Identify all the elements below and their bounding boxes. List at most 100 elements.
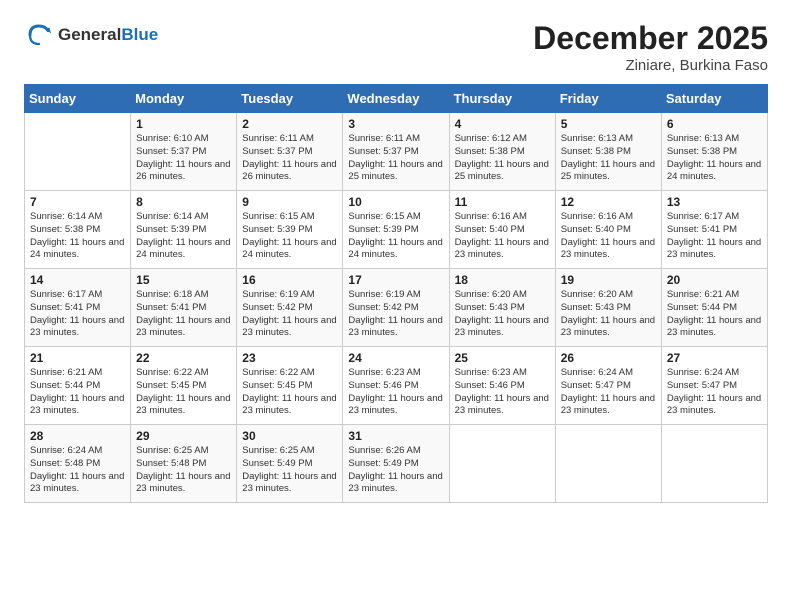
day-info: Sunrise: 6:10 AMSunset: 5:37 PMDaylight:… xyxy=(136,133,231,184)
calendar-cell: 28 Sunrise: 6:24 AMSunset: 5:48 PMDaylig… xyxy=(25,425,131,503)
calendar-cell: 15 Sunrise: 6:18 AMSunset: 5:41 PMDaylig… xyxy=(131,269,237,347)
calendar-cell: 22 Sunrise: 6:22 AMSunset: 5:45 PMDaylig… xyxy=(131,347,237,425)
col-saturday: Saturday xyxy=(661,85,767,113)
header-row: Sunday Monday Tuesday Wednesday Thursday… xyxy=(25,85,768,113)
calendar-cell: 21 Sunrise: 6:21 AMSunset: 5:44 PMDaylig… xyxy=(25,347,131,425)
day-number: 2 xyxy=(242,117,337,131)
calendar-header: Sunday Monday Tuesday Wednesday Thursday… xyxy=(25,85,768,113)
day-number: 8 xyxy=(136,195,231,209)
calendar-cell: 9 Sunrise: 6:15 AMSunset: 5:39 PMDayligh… xyxy=(237,191,343,269)
logo-icon xyxy=(24,20,54,50)
day-number: 5 xyxy=(561,117,656,131)
day-number: 15 xyxy=(136,273,231,287)
month-title: December 2025 xyxy=(533,20,768,57)
header: GeneralBlue December 2025 Ziniare, Burki… xyxy=(24,20,768,74)
day-number: 27 xyxy=(667,351,762,365)
logo: GeneralBlue xyxy=(24,20,158,50)
calendar-cell: 3 Sunrise: 6:11 AMSunset: 5:37 PMDayligh… xyxy=(343,113,449,191)
calendar-cell: 1 Sunrise: 6:10 AMSunset: 5:37 PMDayligh… xyxy=(131,113,237,191)
day-info: Sunrise: 6:21 AMSunset: 5:44 PMDaylight:… xyxy=(667,289,762,340)
day-info: Sunrise: 6:25 AMSunset: 5:48 PMDaylight:… xyxy=(136,445,231,496)
calendar-week-4: 28 Sunrise: 6:24 AMSunset: 5:48 PMDaylig… xyxy=(25,425,768,503)
day-number: 31 xyxy=(348,429,443,443)
day-info: Sunrise: 6:17 AMSunset: 5:41 PMDaylight:… xyxy=(30,289,125,340)
day-number: 30 xyxy=(242,429,337,443)
day-info: Sunrise: 6:26 AMSunset: 5:49 PMDaylight:… xyxy=(348,445,443,496)
day-info: Sunrise: 6:22 AMSunset: 5:45 PMDaylight:… xyxy=(242,367,337,418)
col-thursday: Thursday xyxy=(449,85,555,113)
calendar-cell: 26 Sunrise: 6:24 AMSunset: 5:47 PMDaylig… xyxy=(555,347,661,425)
calendar-cell: 25 Sunrise: 6:23 AMSunset: 5:46 PMDaylig… xyxy=(449,347,555,425)
day-info: Sunrise: 6:24 AMSunset: 5:48 PMDaylight:… xyxy=(30,445,125,496)
day-info: Sunrise: 6:16 AMSunset: 5:40 PMDaylight:… xyxy=(561,211,656,262)
location-subtitle: Ziniare, Burkina Faso xyxy=(533,57,768,74)
day-info: Sunrise: 6:19 AMSunset: 5:42 PMDaylight:… xyxy=(242,289,337,340)
calendar-cell: 13 Sunrise: 6:17 AMSunset: 5:41 PMDaylig… xyxy=(661,191,767,269)
calendar-cell: 2 Sunrise: 6:11 AMSunset: 5:37 PMDayligh… xyxy=(237,113,343,191)
day-info: Sunrise: 6:21 AMSunset: 5:44 PMDaylight:… xyxy=(30,367,125,418)
calendar-cell: 8 Sunrise: 6:14 AMSunset: 5:39 PMDayligh… xyxy=(131,191,237,269)
calendar-cell: 11 Sunrise: 6:16 AMSunset: 5:40 PMDaylig… xyxy=(449,191,555,269)
calendar-body: 1 Sunrise: 6:10 AMSunset: 5:37 PMDayligh… xyxy=(25,113,768,503)
day-info: Sunrise: 6:17 AMSunset: 5:41 PMDaylight:… xyxy=(667,211,762,262)
day-info: Sunrise: 6:25 AMSunset: 5:49 PMDaylight:… xyxy=(242,445,337,496)
day-info: Sunrise: 6:20 AMSunset: 5:43 PMDaylight:… xyxy=(561,289,656,340)
calendar-week-3: 21 Sunrise: 6:21 AMSunset: 5:44 PMDaylig… xyxy=(25,347,768,425)
calendar-table: Sunday Monday Tuesday Wednesday Thursday… xyxy=(24,84,768,503)
day-info: Sunrise: 6:13 AMSunset: 5:38 PMDaylight:… xyxy=(561,133,656,184)
calendar-cell: 24 Sunrise: 6:23 AMSunset: 5:46 PMDaylig… xyxy=(343,347,449,425)
day-number: 29 xyxy=(136,429,231,443)
day-number: 20 xyxy=(667,273,762,287)
day-number: 11 xyxy=(455,195,550,209)
col-friday: Friday xyxy=(555,85,661,113)
page: GeneralBlue December 2025 Ziniare, Burki… xyxy=(0,0,792,612)
day-number: 26 xyxy=(561,351,656,365)
calendar-week-1: 7 Sunrise: 6:14 AMSunset: 5:38 PMDayligh… xyxy=(25,191,768,269)
day-number: 14 xyxy=(30,273,125,287)
day-info: Sunrise: 6:11 AMSunset: 5:37 PMDaylight:… xyxy=(242,133,337,184)
day-info: Sunrise: 6:20 AMSunset: 5:43 PMDaylight:… xyxy=(455,289,550,340)
day-info: Sunrise: 6:24 AMSunset: 5:47 PMDaylight:… xyxy=(667,367,762,418)
day-number: 6 xyxy=(667,117,762,131)
day-number: 19 xyxy=(561,273,656,287)
day-number: 22 xyxy=(136,351,231,365)
day-info: Sunrise: 6:23 AMSunset: 5:46 PMDaylight:… xyxy=(348,367,443,418)
day-number: 1 xyxy=(136,117,231,131)
day-info: Sunrise: 6:14 AMSunset: 5:38 PMDaylight:… xyxy=(30,211,125,262)
day-info: Sunrise: 6:22 AMSunset: 5:45 PMDaylight:… xyxy=(136,367,231,418)
day-number: 4 xyxy=(455,117,550,131)
day-number: 23 xyxy=(242,351,337,365)
day-info: Sunrise: 6:18 AMSunset: 5:41 PMDaylight:… xyxy=(136,289,231,340)
day-number: 9 xyxy=(242,195,337,209)
day-info: Sunrise: 6:15 AMSunset: 5:39 PMDaylight:… xyxy=(348,211,443,262)
col-wednesday: Wednesday xyxy=(343,85,449,113)
day-number: 21 xyxy=(30,351,125,365)
calendar-cell: 20 Sunrise: 6:21 AMSunset: 5:44 PMDaylig… xyxy=(661,269,767,347)
day-info: Sunrise: 6:13 AMSunset: 5:38 PMDaylight:… xyxy=(667,133,762,184)
calendar-cell: 19 Sunrise: 6:20 AMSunset: 5:43 PMDaylig… xyxy=(555,269,661,347)
day-number: 13 xyxy=(667,195,762,209)
calendar-week-2: 14 Sunrise: 6:17 AMSunset: 5:41 PMDaylig… xyxy=(25,269,768,347)
calendar-cell: 23 Sunrise: 6:22 AMSunset: 5:45 PMDaylig… xyxy=(237,347,343,425)
day-info: Sunrise: 6:16 AMSunset: 5:40 PMDaylight:… xyxy=(455,211,550,262)
day-number: 17 xyxy=(348,273,443,287)
calendar-cell: 27 Sunrise: 6:24 AMSunset: 5:47 PMDaylig… xyxy=(661,347,767,425)
col-tuesday: Tuesday xyxy=(237,85,343,113)
calendar-cell: 10 Sunrise: 6:15 AMSunset: 5:39 PMDaylig… xyxy=(343,191,449,269)
day-info: Sunrise: 6:15 AMSunset: 5:39 PMDaylight:… xyxy=(242,211,337,262)
calendar-cell xyxy=(449,425,555,503)
calendar-cell: 12 Sunrise: 6:16 AMSunset: 5:40 PMDaylig… xyxy=(555,191,661,269)
day-number: 18 xyxy=(455,273,550,287)
calendar-cell: 30 Sunrise: 6:25 AMSunset: 5:49 PMDaylig… xyxy=(237,425,343,503)
calendar-week-0: 1 Sunrise: 6:10 AMSunset: 5:37 PMDayligh… xyxy=(25,113,768,191)
calendar-cell: 29 Sunrise: 6:25 AMSunset: 5:48 PMDaylig… xyxy=(131,425,237,503)
calendar-cell: 7 Sunrise: 6:14 AMSunset: 5:38 PMDayligh… xyxy=(25,191,131,269)
title-block: December 2025 Ziniare, Burkina Faso xyxy=(533,20,768,74)
calendar-cell: 6 Sunrise: 6:13 AMSunset: 5:38 PMDayligh… xyxy=(661,113,767,191)
day-number: 10 xyxy=(348,195,443,209)
day-number: 25 xyxy=(455,351,550,365)
day-info: Sunrise: 6:11 AMSunset: 5:37 PMDaylight:… xyxy=(348,133,443,184)
calendar-cell xyxy=(661,425,767,503)
day-number: 28 xyxy=(30,429,125,443)
day-number: 24 xyxy=(348,351,443,365)
